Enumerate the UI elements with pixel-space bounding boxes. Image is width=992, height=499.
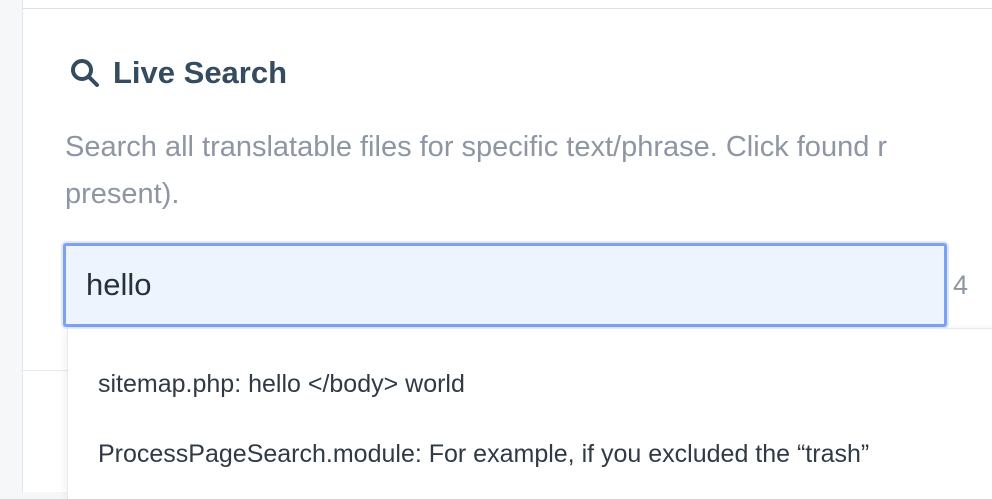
search-description-line-1: Search all translatable files for specif… <box>65 131 888 163</box>
live-search-panel: Live Search Search all translatable file… <box>22 0 992 499</box>
result-count: 4 <box>953 270 969 300</box>
search-description-line-2: present). <box>65 178 180 210</box>
search-icon <box>69 57 101 89</box>
search-results-dropdown: sitemap.php: hello </body> world Process… <box>67 328 992 499</box>
live-search-input[interactable] <box>63 243 947 327</box>
search-result-item[interactable]: ProcessPageSearch.module: For example, i… <box>98 440 869 469</box>
search-input-wrapper <box>63 243 947 327</box>
top-divider <box>23 8 992 9</box>
section-title-text: Live Search <box>113 55 288 90</box>
section-title: Live Search <box>69 55 287 91</box>
search-result-item[interactable]: sitemap.php: hello </body> world <box>98 370 465 399</box>
